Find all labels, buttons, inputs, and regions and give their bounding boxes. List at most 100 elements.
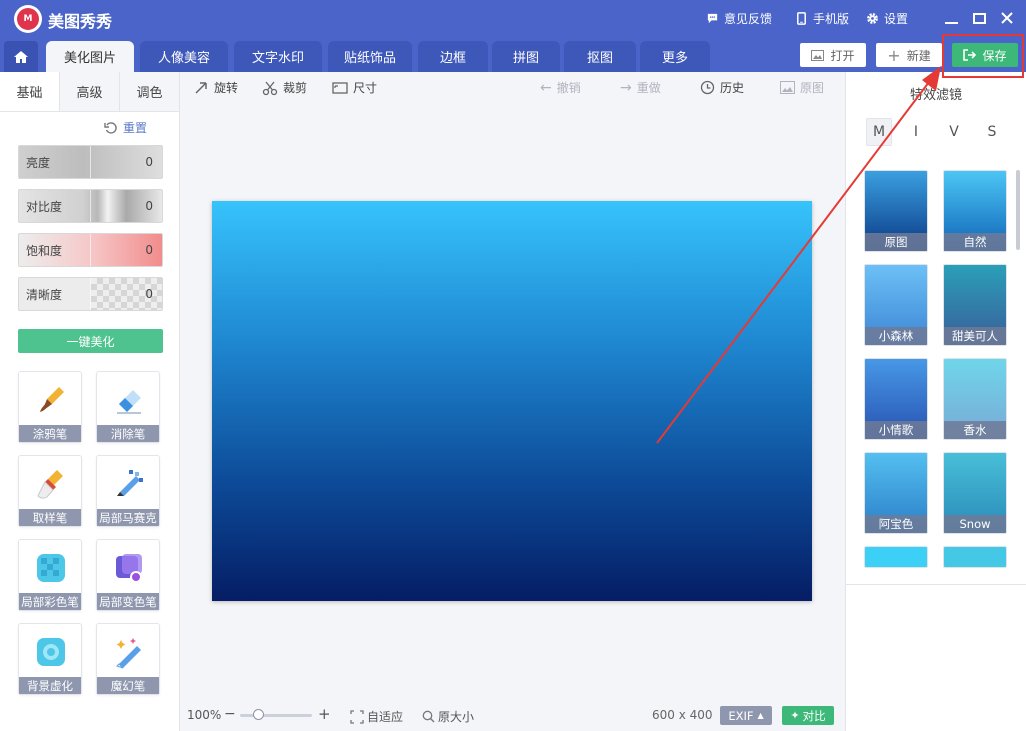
tab-more[interactable]: 更多 [640,41,710,72]
tab-cutout[interactable]: 抠图 [564,41,636,72]
filter-scrollbar[interactable] [1016,170,1020,250]
settings-link[interactable]: 设置 [866,10,908,27]
tab-portrait[interactable]: 人像美容 [140,41,228,72]
reset-button[interactable]: 重置 [104,119,147,136]
filter-thumb[interactable] [864,546,928,568]
zoom-in-button[interactable]: + [318,705,331,723]
tab-text-watermark[interactable]: 文字水印 [234,41,322,72]
minimize-button[interactable] [940,7,962,29]
filter-category-s[interactable]: S [979,118,1005,146]
crop-button[interactable]: 裁剪 [262,79,307,96]
history-button[interactable]: 历史 [700,79,744,96]
zoom-level: 100% [187,708,222,722]
zoom-out-button[interactable]: − [224,706,236,722]
mobile-link[interactable]: 手机版 [795,10,849,27]
tool-label: 魔幻笔 [97,677,159,694]
home-button[interactable] [4,41,38,72]
feedback-link[interactable]: 意见反馈 [706,10,772,27]
compare-button[interactable]: ✦ 对比 [782,706,834,725]
fit-button[interactable]: 自适应 [350,708,403,725]
original-button[interactable]: 原图 [780,79,824,96]
open-button[interactable]: 打开 [800,43,866,67]
undo-arrow-icon: ← [540,79,552,96]
tool-sampling-pen[interactable]: 取样笔 [18,455,82,527]
filter-thumb[interactable]: 小森林 [864,264,928,346]
sharpness-label: 清晰度 [19,278,91,310]
sharpness-slider[interactable]: 清晰度 0 [18,277,163,311]
tool-background-blur[interactable]: 背景虚化 [18,623,82,695]
settings-label: 设置 [884,12,909,26]
tab-beautify[interactable]: 美化图片 [46,41,134,72]
tool-local-color[interactable]: 局部彩色笔 [18,539,82,611]
maximize-button[interactable] [968,7,990,29]
sharpness-value: 0 [145,287,153,301]
actual-size-button[interactable]: 原大小 [422,708,474,725]
filter-label: 香水 [944,421,1006,439]
tab-stickers[interactable]: 贴纸饰品 [328,41,412,72]
exif-button[interactable]: EXIF ▲ [720,706,772,725]
filter-category-v[interactable]: V [941,118,967,146]
saturation-slider[interactable]: 饱和度 0 [18,233,163,267]
tool-label: 局部变色笔 [97,593,159,610]
gear-icon [867,13,878,24]
clock-icon [700,80,715,95]
tool-local-recolor[interactable]: 局部变色笔 [96,539,160,611]
magic-pen-icon [116,638,141,669]
zoom-slider-track[interactable] [240,714,312,717]
maximize-icon [972,12,986,24]
filter-thumb[interactable]: 甜美可人 [943,264,1007,346]
filter-thumb[interactable] [943,546,1007,568]
compare-label: 对比 [802,708,826,723]
filter-label: 阿宝色 [865,515,927,533]
save-label: 保存 [982,48,1007,63]
subtab-color[interactable]: 调色 [120,72,179,111]
rotate-icon [195,81,207,94]
filter-label: 小情歌 [865,421,927,439]
zoom-slider-thumb[interactable] [253,709,264,720]
photo-canvas[interactable] [212,201,812,601]
brightness-value: 0 [145,155,153,169]
filter-thumb[interactable]: Snow [943,452,1007,534]
tab-collage[interactable]: 拼图 [492,41,560,72]
filter-category-i[interactable]: I [903,118,929,146]
filter-thumb[interactable]: 阿宝色 [864,452,928,534]
redo-button[interactable]: → 重做 [620,79,661,96]
image-dimensions: 600 x 400 [652,708,713,722]
rotate-button[interactable]: 旋转 [193,79,238,96]
filter-thumb[interactable]: 香水 [943,358,1007,440]
tab-frame[interactable]: 边框 [418,41,488,72]
tool-magic-pen[interactable]: 魔幻笔 [96,623,160,695]
new-button[interactable]: + 新建 [876,43,942,67]
redo-arrow-icon: → [620,79,632,96]
redo-label: 重做 [636,81,661,95]
tool-eraser-pen[interactable]: 消除笔 [96,371,160,443]
filter-category-m[interactable]: M [866,118,892,146]
one-key-beautify-button[interactable]: 一键美化 [18,329,163,353]
magnifier-icon [422,710,435,723]
brightness-slider[interactable]: 亮度 0 [18,145,163,179]
contrast-slider[interactable]: 对比度 0 [18,189,163,223]
adjust-subtabs: 基础 高级 调色 [0,72,179,112]
saturation-label: 饱和度 [19,234,91,266]
subtab-basic[interactable]: 基础 [0,72,60,111]
filter-label: 小森林 [865,327,927,345]
app-title: 美图秀秀 [48,12,113,31]
tool-mosaic[interactable]: 局部马赛克 [96,455,160,527]
contrast-label: 对比度 [19,190,91,222]
sparkle-icon: ✦ [790,709,800,722]
filter-thumb[interactable]: 小情歌 [864,358,928,440]
brush-icon [40,387,64,412]
stamp-brush-icon [37,470,63,499]
filter-label: 原图 [865,233,927,251]
subtab-advanced[interactable]: 高级 [60,72,120,111]
export-icon [963,49,977,61]
close-button[interactable] [996,7,1018,29]
resize-button[interactable]: 尺寸 [332,79,377,96]
scissors-icon [262,81,278,95]
saturation-value: 0 [145,243,153,257]
tool-doodle-pen[interactable]: 涂鸦笔 [18,371,82,443]
undo-button[interactable]: ← 撤销 [540,79,581,96]
filter-thumb[interactable]: 原图 [864,170,928,252]
filter-thumb[interactable]: 自然 [943,170,1007,252]
save-button[interactable]: 保存 [952,43,1018,67]
